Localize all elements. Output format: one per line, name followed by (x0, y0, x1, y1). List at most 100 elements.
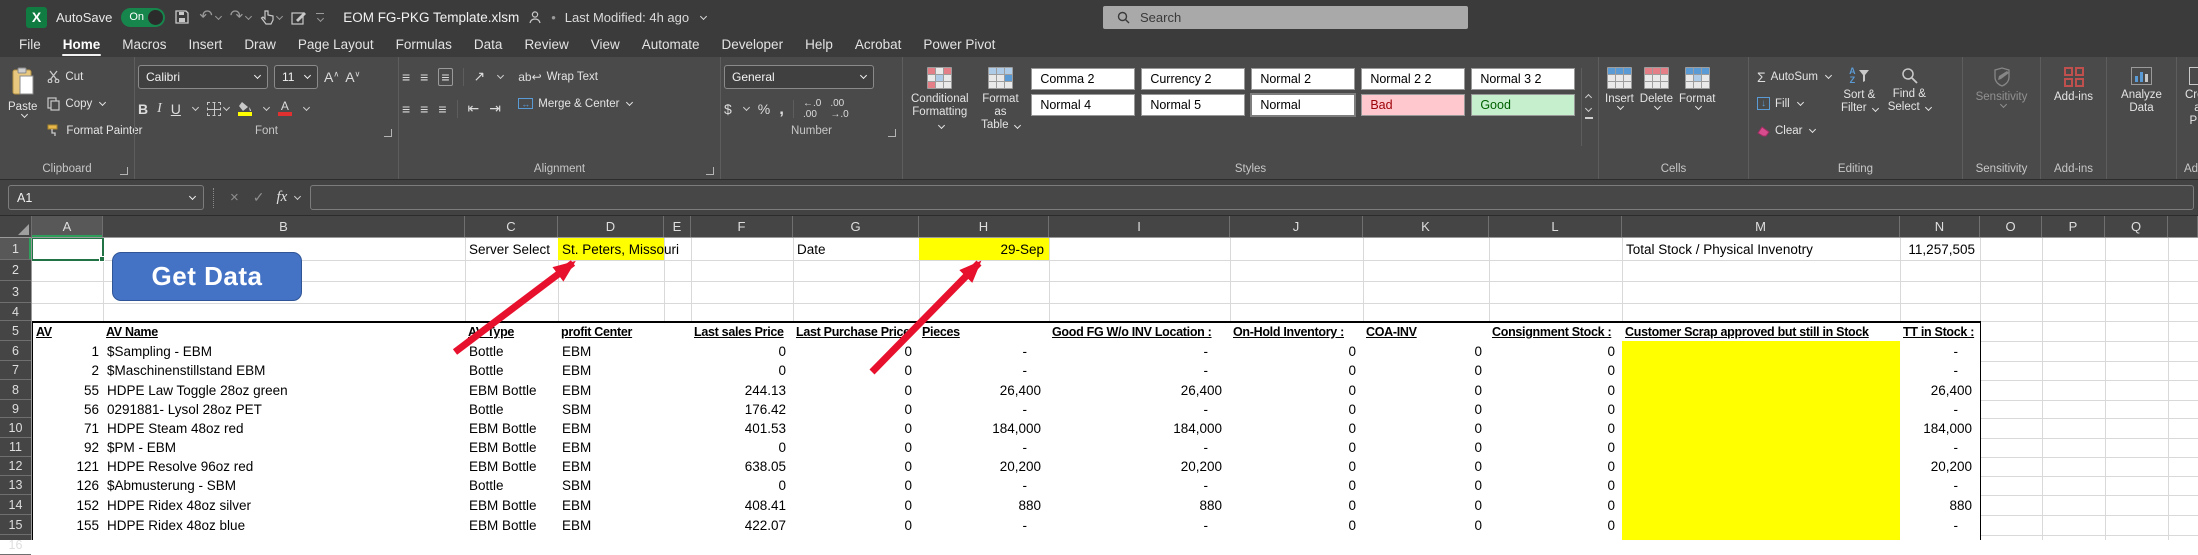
cell-N15[interactable]: - (1900, 515, 1981, 536)
addins-button[interactable]: Add-ins (2049, 62, 2098, 158)
align-bottom-icon[interactable]: ≡ (438, 68, 452, 86)
cell-D12[interactable]: EBM (558, 457, 665, 477)
cell-H16[interactable] (919, 535, 1050, 540)
cancel-button[interactable]: × (223, 189, 246, 206)
style-item-bad[interactable]: Bad (1361, 94, 1465, 116)
borders-button[interactable] (207, 102, 229, 116)
styles-gallery-scroll[interactable] (1581, 68, 1595, 146)
cell-L12[interactable]: 0 (1489, 457, 1623, 477)
cell-G13[interactable]: 0 (793, 476, 920, 496)
cell-G15[interactable]: 0 (793, 515, 920, 536)
autosave-toggle[interactable]: On (121, 8, 165, 27)
cell-N12[interactable]: 20,200 (1900, 457, 1981, 477)
conditional-formatting-button[interactable]: ConditionalFormatting (906, 62, 974, 158)
cell-G10[interactable]: 0 (793, 418, 920, 439)
cell-K16[interactable] (1363, 535, 1490, 540)
cell-B16[interactable] (103, 535, 466, 540)
format-cells-button[interactable]: Format (1676, 62, 1718, 158)
cell-M8[interactable] (1622, 380, 1901, 401)
cell-G12[interactable]: 0 (793, 457, 920, 477)
cell-M16[interactable] (1622, 535, 1901, 540)
fill-button[interactable]: ↓Fill (1752, 91, 1836, 116)
cell-L6[interactable]: 0 (1489, 341, 1623, 362)
cell-E10[interactable] (664, 418, 692, 439)
cell-B15[interactable]: HDPE Ridex 48oz blue (103, 515, 466, 536)
fill-handle[interactable] (99, 256, 105, 262)
cell-I6[interactable]: - (1049, 341, 1231, 362)
cell-J5[interactable]: On-Hold Inventory : (1230, 321, 1364, 342)
column-header-L[interactable]: L (1489, 216, 1622, 237)
tab-file[interactable]: File (8, 35, 52, 56)
column-header-P[interactable]: P (2042, 216, 2105, 237)
cell-I16[interactable] (1049, 535, 1231, 540)
cell-J8[interactable]: 0 (1230, 380, 1364, 401)
cell-K14[interactable]: 0 (1363, 495, 1490, 516)
row-header-15[interactable]: 15 (0, 515, 31, 535)
row-header-14[interactable]: 14 (0, 495, 31, 515)
cell-L16[interactable] (1489, 535, 1623, 540)
cell-B9[interactable]: 0291881- Lysol 28oz PET (103, 400, 466, 419)
cell-B7[interactable]: $Maschinenstillstand EBM (103, 361, 466, 381)
column-header-partial[interactable] (2168, 216, 2198, 237)
style-item-normal-5[interactable]: Normal 5 (1141, 94, 1245, 116)
tab-help[interactable]: Help (794, 35, 844, 56)
cell-B5[interactable]: AV Name (103, 321, 466, 342)
cell-G8[interactable]: 0 (793, 380, 920, 401)
cell-H6[interactable]: - (919, 341, 1050, 362)
sort-filter-button[interactable]: AZ Sort &Filter (1836, 62, 1883, 158)
cell-C8[interactable]: EBM Bottle (465, 380, 559, 401)
comma-style-button[interactable]: , (779, 99, 784, 119)
cell-I7[interactable]: - (1049, 361, 1231, 381)
cell-L11[interactable]: 0 (1489, 438, 1623, 458)
cell-I9[interactable]: - (1049, 400, 1231, 419)
cell-M6[interactable] (1622, 341, 1901, 362)
increase-indent-icon[interactable]: ⇥ (489, 100, 501, 117)
cell-B8[interactable]: HDPE Law Toggle 28oz green (103, 380, 466, 401)
get-data-button[interactable]: Get Data (112, 252, 302, 301)
find-select-button[interactable]: Find &Select (1883, 62, 1936, 158)
cell-A12[interactable]: 121 (32, 457, 104, 477)
cell-N7[interactable]: - (1900, 361, 1981, 381)
tab-insert[interactable]: Insert (178, 35, 234, 56)
column-header-C[interactable]: C (465, 216, 558, 237)
align-middle-icon[interactable]: ≡ (420, 69, 428, 85)
alignment-dialog-launcher-icon[interactable] (706, 167, 714, 175)
format-painter-button[interactable]: Format Painter (42, 118, 147, 143)
cell-A6[interactable]: 1 (32, 341, 104, 362)
cell-E13[interactable] (664, 476, 692, 496)
format-as-table-button[interactable]: Format asTable (974, 62, 1028, 158)
save-icon[interactable] (174, 9, 190, 25)
cell-K13[interactable]: 0 (1363, 476, 1490, 496)
cell-M15[interactable] (1622, 515, 1901, 536)
cell-F11[interactable]: 0 (691, 438, 794, 458)
cell-F5[interactable]: Last sales Price (691, 321, 794, 342)
cell-D6[interactable]: EBM (558, 341, 665, 362)
cell-C15[interactable]: EBM Bottle (465, 515, 559, 536)
column-header-G[interactable]: G (793, 216, 919, 237)
number-dialog-launcher-icon[interactable] (888, 129, 896, 137)
tab-power-pivot[interactable]: Power Pivot (912, 35, 1006, 56)
style-item-normal-3-2[interactable]: Normal 3 2 (1471, 68, 1575, 90)
cell-F7[interactable]: 0 (691, 361, 794, 381)
merge-center-button[interactable]: ↔Merge & Center (513, 91, 637, 116)
cell-D13[interactable]: SBM (558, 476, 665, 496)
style-item-good[interactable]: Good (1471, 94, 1575, 116)
active-cell-selection[interactable] (32, 238, 104, 261)
cell-D15[interactable]: EBM (558, 515, 665, 536)
cell-J7[interactable]: 0 (1230, 361, 1364, 381)
cell-I11[interactable]: - (1049, 438, 1231, 458)
cell-C5[interactable]: AV Type (465, 321, 559, 342)
cell-B12[interactable]: HDPE Resolve 96oz red (103, 457, 466, 477)
cell-F16[interactable] (691, 535, 794, 540)
cell-E16[interactable] (664, 535, 692, 540)
column-header-M[interactable]: M (1622, 216, 1900, 237)
cell-F13[interactable]: 0 (691, 476, 794, 496)
column-header-J[interactable]: J (1230, 216, 1363, 237)
cell-B6[interactable]: $Sampling - EBM (103, 341, 466, 362)
redo-icon[interactable]: ↷ (230, 9, 251, 25)
tab-acrobat[interactable]: Acrobat (844, 35, 913, 56)
cell-C9[interactable]: Bottle (465, 400, 559, 419)
cell-F12[interactable]: 638.05 (691, 457, 794, 477)
cell-N9[interactable]: - (1900, 400, 1981, 419)
cell-B14[interactable]: HDPE Ridex 48oz silver (103, 495, 466, 516)
